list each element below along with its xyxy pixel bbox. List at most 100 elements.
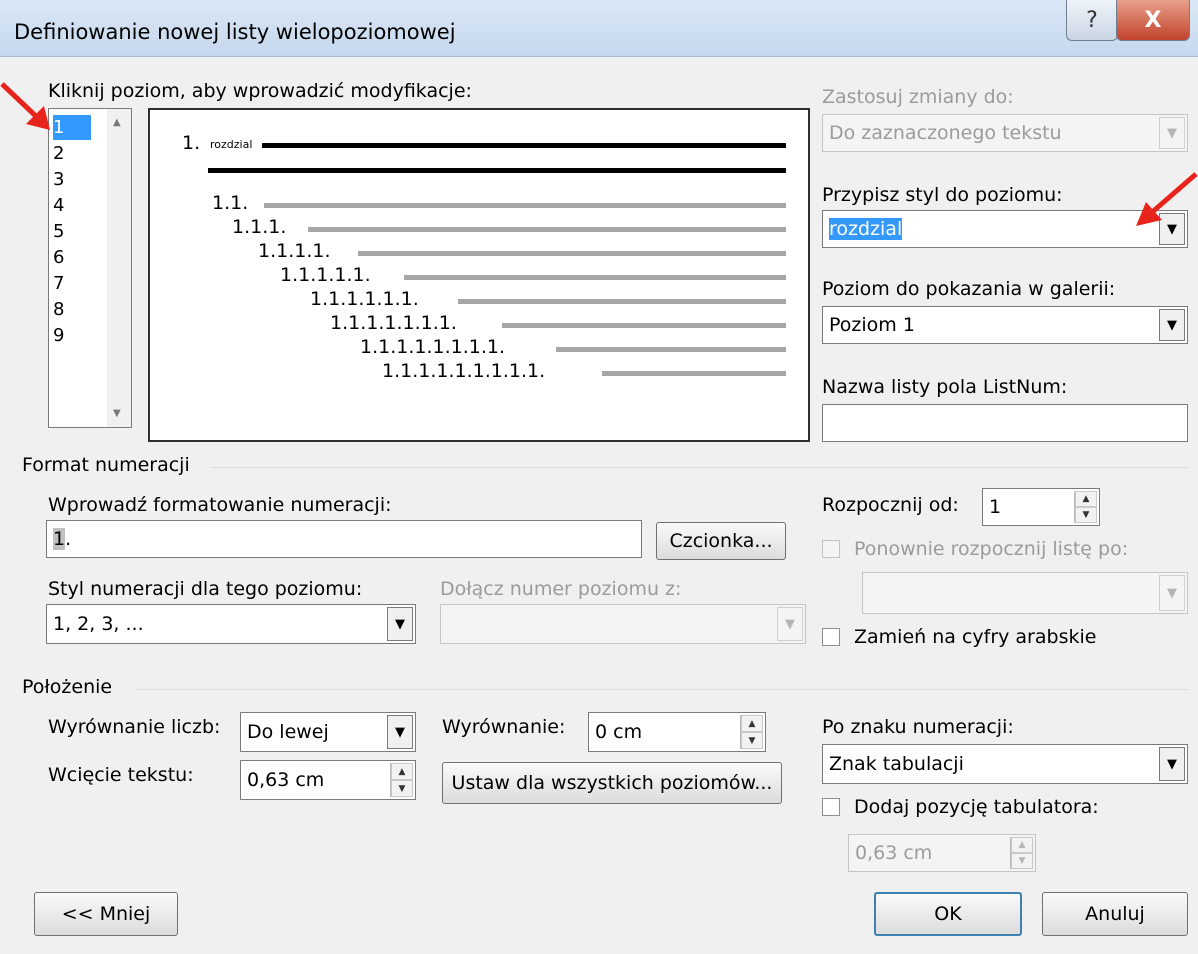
number-format-input[interactable]: 1. xyxy=(46,520,642,558)
follow-number-value: Znak tabulacji xyxy=(829,753,964,775)
follow-number-dropdown[interactable]: Znak tabulacji ▼ xyxy=(822,744,1188,784)
preview-number: 1.1.1.1.1.1.1.1. xyxy=(360,336,506,358)
preview-number: 1.1.1. xyxy=(232,216,287,238)
tab-stop-value: 0,63 cm xyxy=(855,842,933,864)
tab-stop-spinner[interactable]: 0,63 cm ▲ ▼ xyxy=(848,834,1036,872)
chevron-down-icon: ▼ xyxy=(1159,575,1185,611)
level-listbox[interactable]: 123456789 ▲ ▼ xyxy=(48,108,132,428)
listnum-label: Nazwa listy pola ListNum: xyxy=(822,376,1068,398)
preview-line xyxy=(264,203,786,208)
preview-line xyxy=(208,168,786,173)
text-indent-value: 0,63 cm xyxy=(247,769,325,791)
help-icon: ? xyxy=(1086,7,1098,33)
legal-numbers-checkbox[interactable] xyxy=(822,628,840,646)
font-button-label: Czcionka... xyxy=(669,530,773,552)
chevron-down-icon: ▼ xyxy=(387,607,413,641)
level-item[interactable]: 2 xyxy=(53,141,91,166)
level-item[interactable]: 4 xyxy=(53,193,91,218)
number-format-field-code: 1 xyxy=(53,528,66,550)
restart-list-label: Ponownie rozpocznij listę po: xyxy=(854,538,1129,560)
less-button-label: << Mniej xyxy=(61,903,151,925)
add-tab-stop-label: Dodaj pozycję tabulatora: xyxy=(854,796,1099,818)
level-item[interactable]: 9 xyxy=(53,323,91,348)
preview-line xyxy=(556,347,786,352)
cancel-button-label: Anuluj xyxy=(1085,903,1145,925)
preview-line xyxy=(458,299,786,304)
chevron-down-icon: ▼ xyxy=(1159,747,1185,781)
gallery-level-dropdown[interactable]: Poziom 1 ▼ xyxy=(822,306,1188,344)
position-group-divider xyxy=(136,689,1188,690)
include-level-label: Dołącz numer poziomu z: xyxy=(440,578,682,600)
close-icon: X xyxy=(1144,7,1162,33)
chevron-down-icon: ▼ xyxy=(387,715,413,749)
spin-up-icon[interactable]: ▲ xyxy=(1011,837,1033,853)
list-preview: 1. rozdzial 1.1. 1.1.1. 1.1.1.1. 1.1.1.1.1. 1.… xyxy=(148,108,810,442)
level-item[interactable]: 6 xyxy=(53,245,91,270)
levels-label: Kliknij poziom, aby wprowadzić modyfikac… xyxy=(48,80,472,102)
include-level-dropdown[interactable]: ▼ xyxy=(440,604,806,644)
level-item[interactable]: 3 xyxy=(53,167,91,192)
preview-number: 1.1.1.1.1.1. xyxy=(310,288,419,310)
level-item[interactable]: 7 xyxy=(53,271,91,296)
text-indent-label: Wcięcie tekstu: xyxy=(48,764,194,786)
ok-button-label: OK xyxy=(934,903,962,925)
annotation-arrow-right xyxy=(1136,172,1198,226)
help-button[interactable]: ? xyxy=(1066,0,1118,41)
number-alignment-dropdown[interactable]: Do lewej ▼ xyxy=(240,712,416,752)
spin-down-icon[interactable]: ▼ xyxy=(391,780,413,797)
preview-text: rozdzial xyxy=(210,138,253,151)
restart-list-checkbox[interactable] xyxy=(822,540,840,558)
format-group-divider xyxy=(210,467,1188,468)
set-all-levels-label: Ustaw dla wszystkich poziomów... xyxy=(451,772,773,794)
level-item[interactable]: 5 xyxy=(53,219,91,244)
spin-up-icon[interactable]: ▲ xyxy=(741,715,763,732)
number-style-dropdown[interactable]: 1, 2, 3, ... ▼ xyxy=(46,604,416,644)
aligned-at-spinner[interactable]: 0 cm ▲ ▼ xyxy=(588,712,766,752)
close-button[interactable]: X xyxy=(1116,0,1190,41)
restart-list-dropdown[interactable]: ▼ xyxy=(862,572,1188,614)
text-indent-spinner[interactable]: 0,63 cm ▲ ▼ xyxy=(240,760,416,800)
gallery-level-label: Poziom do pokazania w galerii: xyxy=(822,278,1116,300)
preview-line xyxy=(358,251,786,256)
apply-to-dropdown[interactable]: Do zaznaczonego tekstu ▼ xyxy=(822,114,1188,152)
preview-number: 1.1.1.1. xyxy=(258,240,331,262)
apply-to-label: Zastosuj zmiany do: xyxy=(822,86,1014,108)
less-button[interactable]: << Mniej xyxy=(34,892,178,936)
scroll-up-icon[interactable]: ▲ xyxy=(113,117,121,128)
ok-button[interactable]: OK xyxy=(874,892,1022,936)
preview-line xyxy=(502,323,786,328)
spin-up-icon[interactable]: ▲ xyxy=(391,763,413,780)
level-item[interactable]: 8 xyxy=(53,297,91,322)
aligned-at-value: 0 cm xyxy=(595,721,643,743)
cancel-button[interactable]: Anuluj xyxy=(1042,892,1188,936)
level-scrollbar[interactable]: ▲ ▼ xyxy=(107,109,131,427)
add-tab-stop-checkbox[interactable] xyxy=(822,798,840,816)
style-level-label: Przypisz styl do poziomu: xyxy=(822,184,1063,206)
spin-down-icon[interactable]: ▼ xyxy=(741,732,763,749)
aligned-at-label: Wyrównanie: xyxy=(442,716,566,738)
format-group-title: Format numeracji xyxy=(22,454,190,476)
preview-number: 1. xyxy=(182,132,201,154)
gallery-level-value: Poziom 1 xyxy=(829,314,915,336)
window-title: Definiowanie nowej listy wielopoziomowej xyxy=(14,20,456,44)
preview-number: 1.1.1.1.1.1.1. xyxy=(330,312,457,334)
listnum-input[interactable] xyxy=(822,404,1188,442)
style-level-value: rozdzial xyxy=(829,218,903,240)
preview-number: 1.1.1.1.1.1.1.1.1. xyxy=(382,360,546,382)
chevron-down-icon: ▼ xyxy=(1159,117,1185,149)
position-group-title: Położenie xyxy=(22,676,113,698)
follow-number-label: Po znaku numeracji: xyxy=(822,716,1014,738)
preview-line xyxy=(404,275,786,280)
set-all-levels-button[interactable]: Ustaw dla wszystkich poziomów... xyxy=(442,762,782,804)
number-format-label: Wprowadź formatowanie numeracji: xyxy=(48,494,392,516)
number-style-value: 1, 2, 3, ... xyxy=(53,613,144,635)
number-format-suffix: . xyxy=(65,528,72,550)
spin-up-icon[interactable]: ▲ xyxy=(1075,491,1097,507)
scroll-down-icon[interactable]: ▼ xyxy=(113,408,121,419)
spin-down-icon[interactable]: ▼ xyxy=(1075,507,1097,523)
start-at-spinner[interactable]: 1 ▲ ▼ xyxy=(982,488,1100,526)
number-alignment-value: Do lewej xyxy=(247,721,329,743)
font-button[interactable]: Czcionka... xyxy=(656,522,786,560)
chevron-down-icon: ▼ xyxy=(777,607,803,641)
spin-down-icon[interactable]: ▼ xyxy=(1011,853,1033,869)
